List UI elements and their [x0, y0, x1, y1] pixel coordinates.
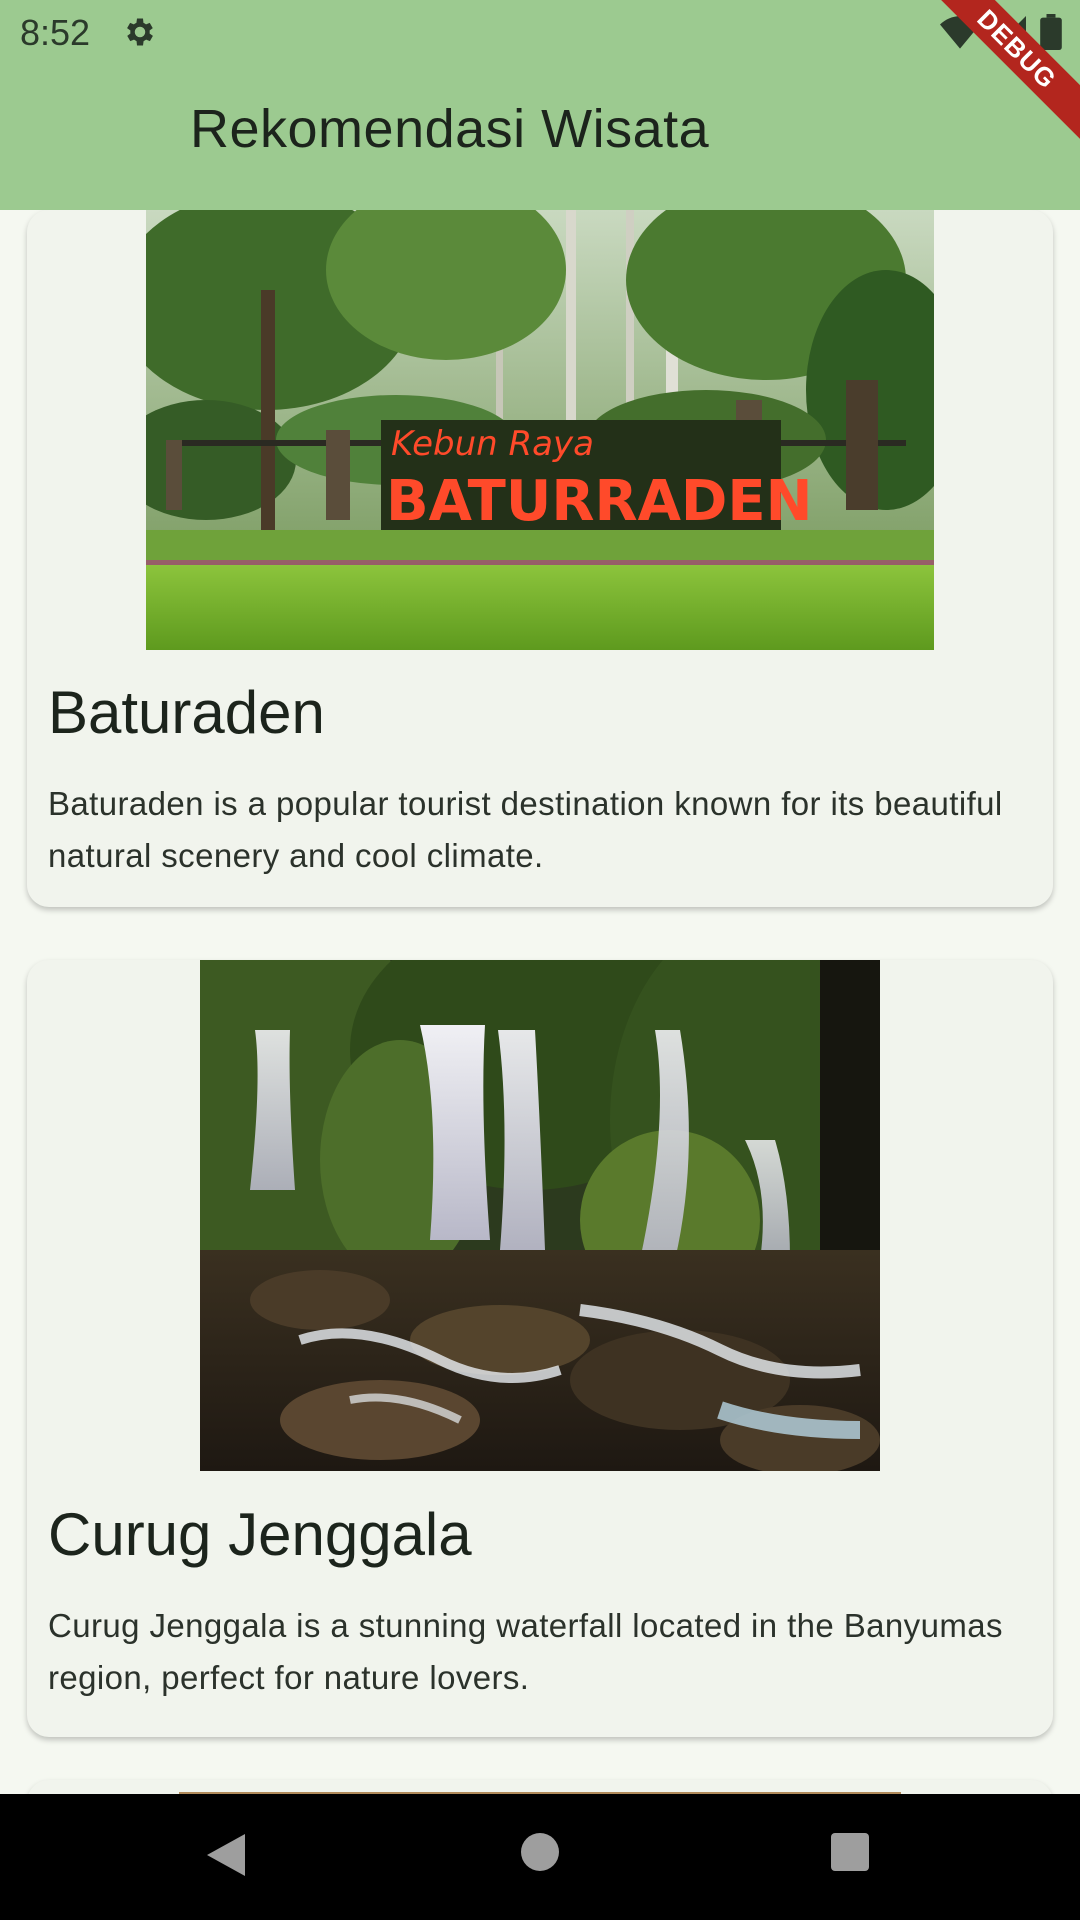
baturaden-park-image: Kebun Raya BATURRADEN — [146, 210, 934, 650]
app-bar: 8:52 Rekomendasi Wisata — [0, 0, 1080, 210]
app-screen: 8:52 Rekomendasi Wisata DEBUG Kebun Raya… — [0, 0, 1080, 1920]
curug-jenggala-waterfall-image — [200, 960, 880, 1471]
battery-icon — [1040, 14, 1062, 50]
destination-card[interactable] — [27, 1780, 1053, 1794]
destination-card[interactable]: Curug Jenggala Curug Jenggala is a stunn… — [27, 960, 1053, 1737]
status-time: 8:52 — [20, 12, 91, 53]
home-icon[interactable] — [520, 1832, 560, 1872]
destination-image: Kebun Raya BATURRADEN — [146, 210, 934, 650]
destination-description: Baturaden is a popular tourist destinati… — [48, 785, 1003, 874]
destination-description: Curug Jenggala is a stunning waterfall l… — [48, 1607, 1003, 1696]
destination-image — [200, 960, 880, 1471]
sign-line2: BATURRADEN — [386, 469, 813, 534]
gear-icon — [127, 18, 153, 46]
destination-card[interactable]: Kebun Raya BATURRADEN Baturaden Baturade… — [27, 210, 1053, 907]
system-nav-bar — [0, 1794, 1080, 1920]
back-icon[interactable] — [205, 1832, 247, 1878]
destination-title: Baturaden — [48, 679, 325, 746]
page-title: Rekomendasi Wisata — [190, 99, 710, 159]
sign-line1: Kebun Raya — [391, 424, 594, 464]
destination-list[interactable]: Kebun Raya BATURRADEN Baturaden Baturade… — [0, 210, 1080, 1794]
recents-icon[interactable] — [830, 1832, 870, 1872]
destination-title: Curug Jenggala — [48, 1501, 472, 1568]
status-bar: 8:52 — [0, 0, 1080, 64]
